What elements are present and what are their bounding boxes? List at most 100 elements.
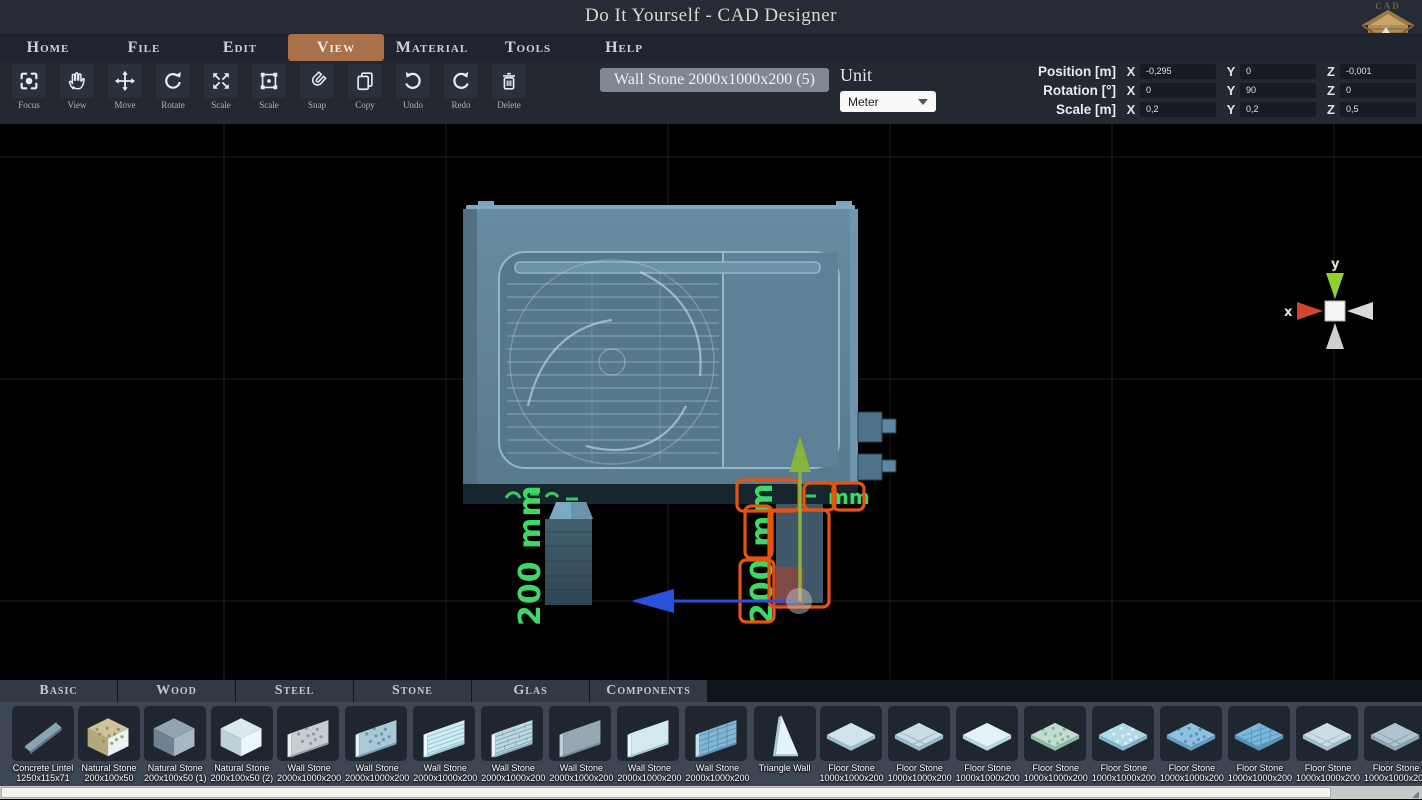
- toolbar-delete-button[interactable]: Delete: [486, 64, 532, 110]
- toolbar-snap-button[interactable]: Snap: [294, 64, 340, 110]
- ac-unit-model[interactable]: [463, 201, 896, 504]
- rotation-y-field[interactable]: [1240, 83, 1316, 98]
- unit-group: Unit Meter: [840, 65, 936, 112]
- material-item-floor-stone[interactable]: Floor Stone1000x1000x200: [1296, 706, 1360, 786]
- material-item-wall-stone[interactable]: Wall Stone2000x1000x200: [277, 706, 341, 786]
- tab-stone[interactable]: Stone: [354, 680, 471, 702]
- viewport-3d[interactable]: 200 mm 200 mm mm: [0, 124, 1422, 680]
- orientation-gizmo[interactable]: y x: [1284, 257, 1373, 349]
- tab-basic[interactable]: Basic: [0, 680, 117, 702]
- scale-y-field[interactable]: [1240, 102, 1316, 117]
- horizontal-scrollbar[interactable]: [0, 786, 1422, 799]
- toolbar-button-label: Copy: [342, 100, 388, 110]
- material-item-wall-stone[interactable]: Wall Stone2000x1000x200: [617, 706, 681, 786]
- material-item-wall-stone[interactable]: Wall Stone2000x1000x200: [685, 706, 749, 786]
- material-thumbnail-icon: [1095, 708, 1151, 760]
- material-thumbnail-icon: [416, 708, 472, 760]
- position-y-field[interactable]: [1240, 64, 1316, 79]
- material-label: Floor Stone1000x1000x200: [1364, 763, 1422, 783]
- scrollbar-thumb[interactable]: [1, 787, 1331, 798]
- menu-item-edit[interactable]: Edit: [192, 34, 288, 61]
- material-label: Floor Stone1000x1000x200: [1296, 763, 1360, 783]
- material-item-floor-stone[interactable]: Floor Stone1000x1000x200: [1092, 706, 1156, 786]
- unit-select[interactable]: Meter: [840, 91, 936, 112]
- material-item-floor-stone[interactable]: Floor Stone1000x1000x200: [1364, 706, 1422, 786]
- toolbar-view-button[interactable]: View: [54, 64, 100, 110]
- material-item-floor-stone[interactable]: Floor Stone1000x1000x200: [956, 706, 1020, 786]
- gizmo-x-cone: [1297, 302, 1323, 320]
- material-item-floor-stone[interactable]: Floor Stone1000x1000x200: [820, 706, 884, 786]
- material-item-floor-stone[interactable]: Floor Stone1000x1000x200: [1024, 706, 1088, 786]
- material-thumbnail-icon: [891, 708, 947, 760]
- title-bar: Do It Yourself - CAD Designer CAD: [0, 0, 1422, 33]
- material-label: Floor Stone1000x1000x200: [1228, 763, 1292, 783]
- material-item-wall-stone[interactable]: Wall Stone2000x1000x200: [413, 706, 477, 786]
- tab-wood[interactable]: Wood: [118, 680, 235, 702]
- position-x-field[interactable]: [1140, 64, 1216, 79]
- position-row: Position [m]XYZ: [1024, 63, 1416, 79]
- material-item-floor-stone[interactable]: Floor Stone1000x1000x200: [1160, 706, 1224, 786]
- toolbar-redo-button[interactable]: Redo: [438, 64, 484, 110]
- toolbar-button-label: View: [54, 100, 100, 110]
- delete-icon: [492, 64, 526, 98]
- menu-item-tools[interactable]: Tools: [480, 34, 576, 61]
- material-thumbnail-icon: [280, 708, 336, 760]
- material-label: Triangle Wall: [754, 763, 816, 773]
- material-item-natural-stone[interactable]: Natural Stone200x100x50: [78, 706, 140, 786]
- material-thumbnail-icon: [214, 708, 270, 760]
- dimension-left: 200 mm: [513, 484, 548, 626]
- toolbar-scale-button[interactable]: Scale: [198, 64, 244, 110]
- rotation-z-field[interactable]: [1340, 83, 1416, 98]
- axis-label-x: X: [1122, 64, 1140, 79]
- menu-item-help[interactable]: Help: [576, 34, 672, 61]
- menu-item-view[interactable]: View: [288, 34, 384, 61]
- menu-item-file[interactable]: File: [96, 34, 192, 61]
- snap-icon: [300, 64, 334, 98]
- toolbar-undo-button[interactable]: Undo: [390, 64, 436, 110]
- axis-label-z: Z: [1322, 102, 1340, 117]
- material-label: Floor Stone1000x1000x200: [1160, 763, 1224, 783]
- material-label: Natural Stone200x100x50 (1): [144, 763, 207, 783]
- toolbar-move-button[interactable]: Move: [102, 64, 148, 110]
- material-item-triangle-wall[interactable]: Triangle Wall: [754, 706, 816, 786]
- material-item-wall-stone[interactable]: Wall Stone2000x1000x200: [345, 706, 409, 786]
- tab-glas[interactable]: Glas: [472, 680, 589, 702]
- rotation-label: Rotation [°]: [1024, 83, 1116, 98]
- menu-item-material[interactable]: Material: [384, 34, 480, 61]
- toolbar-button-label: Focus: [6, 100, 52, 110]
- toolbar-button-label: Redo: [438, 100, 484, 110]
- toolbar-copy-button[interactable]: Copy: [342, 64, 388, 110]
- material-category-tabs: BasicWoodSteelStoneGlasComponents: [0, 680, 1422, 702]
- scale-x-field[interactable]: [1140, 102, 1216, 117]
- scale-z-field[interactable]: [1340, 102, 1416, 117]
- material-item-wall-stone[interactable]: Wall Stone2000x1000x200: [549, 706, 613, 786]
- tab-steel[interactable]: Steel: [236, 680, 353, 702]
- material-thumbnail-icon: [823, 708, 879, 760]
- rotation-x-field[interactable]: [1140, 83, 1216, 98]
- material-item-floor-stone[interactable]: Floor Stone1000x1000x200: [1228, 706, 1292, 786]
- material-item-floor-stone[interactable]: Floor Stone1000x1000x200: [888, 706, 952, 786]
- menu-item-home[interactable]: Home: [0, 34, 96, 61]
- material-label: Concrete Lintel1250x115x71: [12, 763, 74, 783]
- undo-icon: [396, 64, 430, 98]
- toolbar-buttons: Focus View Move Rotate Scale Scale Snap …: [6, 64, 532, 110]
- scene-canvas[interactable]: 200 mm 200 mm mm: [0, 124, 1422, 680]
- toolbar-rotate-button[interactable]: Rotate: [150, 64, 196, 110]
- material-thumbnail-icon: [1163, 708, 1219, 760]
- material-label: Wall Stone2000x1000x200: [685, 763, 749, 783]
- tab-components[interactable]: Components: [590, 680, 707, 702]
- toolbar-scale2-button[interactable]: Scale: [246, 64, 292, 110]
- material-item-natural-stone[interactable]: Natural Stone200x100x50 (1): [144, 706, 207, 786]
- material-thumbnail-icon: [147, 708, 203, 760]
- move-icon: [108, 64, 142, 98]
- toolbar-focus-button[interactable]: Focus: [6, 64, 52, 110]
- material-label: Wall Stone2000x1000x200: [413, 763, 477, 783]
- material-label: Wall Stone2000x1000x200: [481, 763, 545, 783]
- material-thumbnail-icon: [620, 708, 676, 760]
- material-item-natural-stone[interactable]: Natural Stone200x100x50 (2): [211, 706, 274, 786]
- selected-object-label: Wall Stone 2000x1000x200 (5): [600, 68, 829, 92]
- material-item-concrete-lintel[interactable]: Concrete Lintel1250x115x71: [12, 706, 74, 786]
- material-item-wall-stone[interactable]: Wall Stone2000x1000x200: [481, 706, 545, 786]
- position-label: Position [m]: [1024, 64, 1116, 79]
- position-z-field[interactable]: [1340, 64, 1416, 79]
